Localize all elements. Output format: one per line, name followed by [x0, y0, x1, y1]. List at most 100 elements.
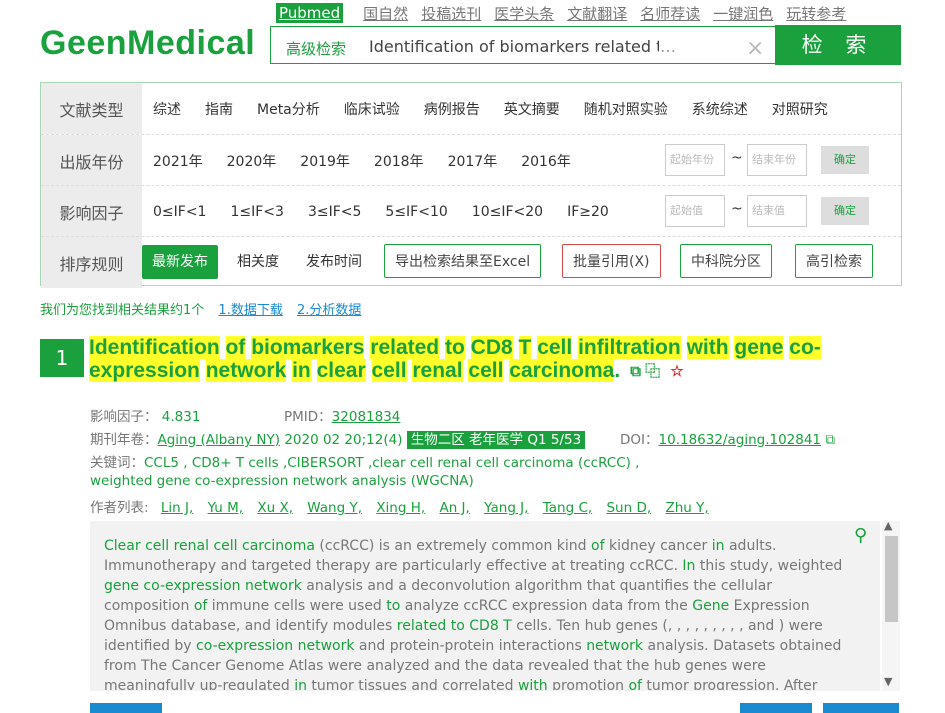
impact-row: 影响因子： 4.831	[90, 405, 200, 425]
title-word: of	[225, 336, 246, 359]
bottom-button[interactable]	[90, 703, 162, 713]
year-option[interactable]: 2020年	[227, 151, 277, 171]
title-word: with	[686, 336, 729, 359]
search-input[interactable]: Identification of biomarkers related to	[369, 37, 659, 56]
author-link[interactable]: Lin J,	[161, 500, 193, 516]
title-word: cell	[468, 359, 504, 382]
doc-type-option[interactable]: 病例报告	[424, 99, 480, 119]
impact-option[interactable]: 0≤IF<1	[153, 204, 206, 220]
bottom-button[interactable]	[740, 703, 812, 713]
title-word: renal	[412, 359, 463, 382]
author-link[interactable]: Xu X,	[257, 500, 293, 516]
result-index: 1	[40, 339, 84, 377]
advanced-search-link[interactable]: 高级检索	[286, 38, 346, 59]
year-option[interactable]: 2018年	[374, 151, 424, 171]
filter-panel: 文献类型 综述 指南 Meta分析 临床试验 病例报告 英文摘要 随机对照实验 …	[40, 82, 902, 288]
bottom-button[interactable]	[823, 703, 899, 713]
impact-end-input[interactable]: 结束值	[747, 195, 807, 227]
scroll-up-icon[interactable]: ▲	[884, 519, 892, 532]
impact-option[interactable]: 10≤IF<20	[472, 204, 543, 220]
year-end-input[interactable]: 结束年份	[747, 144, 807, 176]
doc-type-option[interactable]: 对照研究	[772, 99, 828, 119]
year-option[interactable]: 2017年	[448, 151, 498, 171]
year-option[interactable]: 2016年	[521, 151, 571, 171]
sort-latest-button[interactable]: 最新发布	[142, 245, 218, 279]
pmid-link[interactable]: 32081834	[332, 409, 401, 425]
nav-pubmed[interactable]: Pubmed	[276, 3, 344, 23]
scroll-down-icon[interactable]: ▼	[884, 675, 892, 688]
doc-type-option[interactable]: 指南	[205, 99, 233, 119]
impact-option[interactable]: 3≤IF<5	[308, 204, 361, 220]
author-link[interactable]: Zhu Y,	[665, 500, 708, 516]
doi-link[interactable]: 10.18632/aging.102841	[659, 432, 822, 448]
abstract-keyword: in	[294, 678, 307, 690]
export-excel-button[interactable]: 导出检索结果至Excel	[384, 244, 542, 278]
author-link[interactable]: An J,	[439, 500, 469, 516]
abstract-segment: promotion	[547, 678, 629, 690]
nav-polish[interactable]: 一键润色	[713, 3, 773, 24]
title-text[interactable]: Identification of biomarkers related to …	[89, 336, 821, 382]
scrollbar-thumb[interactable]	[885, 536, 898, 622]
results-summary: 我们为您找到相关结果约1个 1.数据下载 2.分析数据	[40, 299, 361, 318]
author-link[interactable]: Xing H,	[376, 500, 425, 516]
pmid-label: PMID：	[284, 409, 332, 425]
doc-type-option[interactable]: 英文摘要	[504, 99, 560, 119]
author-link[interactable]: Yang J,	[484, 500, 528, 516]
nav-translate[interactable]: 文献翻译	[567, 3, 627, 24]
doc-type-option[interactable]: 系统综述	[692, 99, 748, 119]
abstract-keyword: of	[628, 678, 642, 690]
sort-pubtime-button[interactable]: 发布时间	[304, 245, 364, 279]
author-link[interactable]: Sun D,	[606, 500, 651, 516]
year-confirm-button[interactable]: 确定	[821, 146, 869, 174]
doc-type-option[interactable]: 综述	[153, 99, 181, 119]
year-option[interactable]: 2021年	[153, 151, 203, 171]
doc-type-option[interactable]: 临床试验	[344, 99, 400, 119]
clear-icon[interactable]: ×	[746, 36, 764, 61]
abstract-segment: tumor tissues and correlated	[306, 678, 518, 690]
impact-confirm-button[interactable]: 确定	[821, 197, 869, 225]
title-word: T	[518, 336, 532, 359]
favorite-star-icon[interactable]: ☆	[670, 363, 683, 380]
abstract-segment: (ccRCC) is an extremely common kind	[314, 538, 592, 554]
nav-nsfc[interactable]: 国自然	[363, 3, 408, 24]
year-option[interactable]: 2019年	[300, 151, 350, 171]
year-start-input[interactable]: 起始年份	[665, 144, 725, 176]
doc-type-option[interactable]: Meta分析	[257, 99, 320, 119]
nav-recommend[interactable]: 名师荐读	[640, 3, 700, 24]
author-link[interactable]: Yu M,	[208, 500, 243, 516]
cas-zone-button[interactable]: 中科院分区	[680, 244, 772, 278]
keywords-row-2: weighted gene co-expression network anal…	[90, 473, 474, 489]
zone-badge: 生物二区 老年医学 Q1 5/53	[406, 431, 586, 449]
impact-option[interactable]: IF≥20	[567, 204, 609, 220]
article-title[interactable]: Identification of biomarkers related to …	[89, 336, 859, 383]
batch-cite-button[interactable]: 批量引用(X)	[562, 244, 661, 278]
doi-row: DOI：10.18632/aging.102841 ⧉	[620, 428, 835, 448]
search-button[interactable]: 检 索	[775, 25, 901, 65]
title-word: gene	[734, 336, 784, 359]
abstract-text: Clear cell renal cell carcinoma (ccRCC) …	[104, 536, 854, 690]
data-download-link[interactable]: 1.数据下载	[218, 303, 282, 318]
nav-reference[interactable]: 玩转参考	[786, 3, 846, 24]
title-word: cell	[371, 359, 407, 382]
impact-option[interactable]: 5≤IF<10	[385, 204, 447, 220]
nav-med-news[interactable]: 医学头条	[494, 3, 554, 24]
nav-journal-select[interactable]: 投稿选刊	[421, 3, 481, 24]
copy-icon[interactable]: ⧉	[630, 363, 641, 380]
author-link[interactable]: Wang Y,	[307, 500, 362, 516]
copy-doi-icon[interactable]: ⧉	[825, 432, 835, 448]
magnify-icon[interactable]: ⚲	[854, 525, 867, 546]
data-analysis-link[interactable]: 2.分析数据	[297, 303, 361, 318]
impact-option[interactable]: 1≤IF<3	[230, 204, 283, 220]
abstract-segment: analyze ccRCC expression data from the	[400, 598, 693, 614]
doc-type-option[interactable]: 随机对照实验	[584, 99, 668, 119]
abstract-keyword: of	[591, 538, 605, 554]
impact-start-input[interactable]: 起始值	[665, 195, 725, 227]
title-word: infiltration	[578, 336, 681, 359]
logo[interactable]: GeenMedical	[40, 24, 255, 63]
title-word: Identification	[89, 336, 220, 359]
journal-link[interactable]: Aging (Albany NY)	[158, 432, 281, 448]
author-link[interactable]: Tang C,	[543, 500, 592, 516]
high-cite-search-button[interactable]: 高引检索	[795, 244, 873, 278]
translate-icon[interactable]: ⿻	[645, 363, 660, 380]
sort-relevance-button[interactable]: 相关度	[235, 245, 281, 279]
